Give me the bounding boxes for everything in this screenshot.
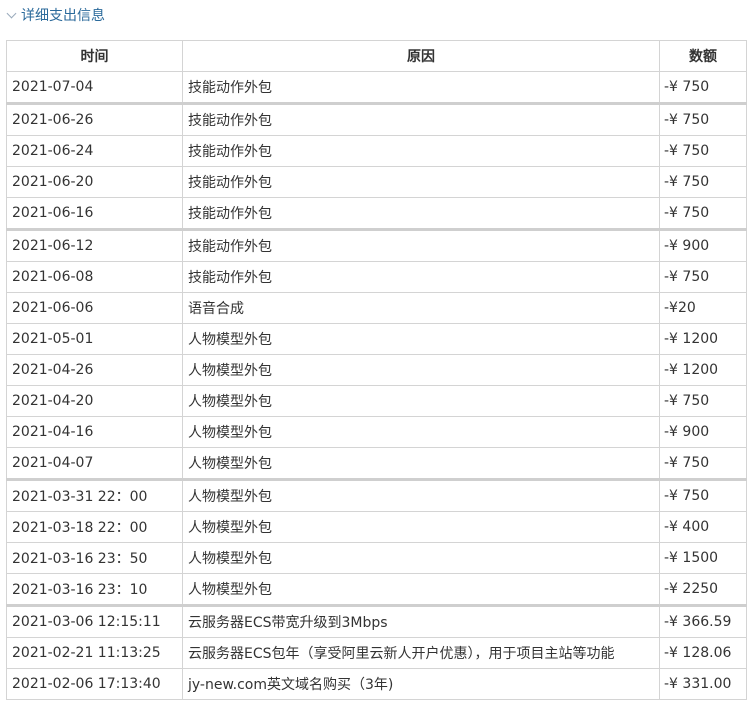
cell-amount: -¥ 750 xyxy=(659,71,747,104)
cell-amount: -¥ 128.06 xyxy=(659,637,747,669)
cell-time: 2021-07-04 xyxy=(6,71,183,104)
cell-amount: -¥ 750 xyxy=(659,447,747,480)
cell-reason: 人物模型外包 xyxy=(182,573,660,606)
cell-time: 2021-03-18 22：00 xyxy=(6,511,183,543)
cell-time: 2021-03-16 23：10 xyxy=(6,573,183,606)
cell-reason: 技能动作外包 xyxy=(182,261,660,293)
table-row: 2021-06-06 语音合成 -¥20 xyxy=(6,292,747,324)
header-time: 时间 xyxy=(6,40,183,72)
cell-time: 2021-05-01 xyxy=(6,323,183,355)
cell-amount: -¥ 331.00 xyxy=(659,668,747,700)
cell-amount: -¥ 1200 xyxy=(659,354,747,386)
cell-reason: 语音合成 xyxy=(182,292,660,324)
cell-amount: -¥ 1200 xyxy=(659,323,747,355)
cell-time: 2021-06-06 xyxy=(6,292,183,324)
table-row: 2021-02-21 11:13:25 云服务器ECS包年（享受阿里云新人开户优惠… xyxy=(6,637,747,669)
table-row: 2021-03-18 22：00 人物模型外包 -¥ 400 xyxy=(6,511,747,543)
chevron-down-icon xyxy=(6,8,17,18)
table-row: 2021-05-01 人物模型外包 -¥ 1200 xyxy=(6,323,747,355)
cell-reason: 技能动作外包 xyxy=(182,71,660,104)
cell-reason: 人物模型外包 xyxy=(182,416,660,448)
cell-reason: 技能动作外包 xyxy=(182,135,660,167)
cell-reason: 人物模型外包 xyxy=(182,511,660,543)
cell-time: 2021-03-16 23：50 xyxy=(6,542,183,574)
cell-time: 2021-06-16 xyxy=(6,197,183,230)
section-title: 详细支出信息 xyxy=(21,8,105,24)
cell-amount: -¥ 900 xyxy=(659,416,747,448)
table-row: 2021-06-08 技能动作外包 -¥ 750 xyxy=(6,261,747,293)
cell-reason: 技能动作外包 xyxy=(182,166,660,198)
header-reason: 原因 xyxy=(182,40,660,72)
table-row: 2021-02-06 17:13:40 jy-new.com英文域名购买（3年) -… xyxy=(6,668,747,700)
table-row: 2021-04-26 人物模型外包 -¥ 1200 xyxy=(6,354,747,386)
cell-time: 2021-06-12 xyxy=(6,228,183,262)
cell-amount: -¥ 750 xyxy=(659,478,747,512)
table-row: 2021-04-16 人物模型外包 -¥ 900 xyxy=(6,416,747,448)
cell-amount: -¥ 750 xyxy=(659,135,747,167)
cell-time: 2021-06-24 xyxy=(6,135,183,167)
cell-amount: -¥ 2250 xyxy=(659,573,747,606)
cell-time: 2021-04-20 xyxy=(6,385,183,417)
table-row: 2021-06-24 技能动作外包 -¥ 750 xyxy=(6,135,747,167)
cell-reason: 人物模型外包 xyxy=(182,385,660,417)
cell-reason: jy-new.com英文域名购买（3年) xyxy=(182,668,660,700)
cell-reason: 技能动作外包 xyxy=(182,197,660,230)
cell-reason: 技能动作外包 xyxy=(182,228,660,262)
cell-amount: -¥ 750 xyxy=(659,261,747,293)
table-row: 2021-03-31 22：00 人物模型外包 -¥ 750 xyxy=(6,478,747,512)
cell-time: 2021-06-26 xyxy=(6,102,183,136)
cell-time: 2021-04-16 xyxy=(6,416,183,448)
table-row: 2021-03-16 23：10 人物模型外包 -¥ 2250 xyxy=(6,573,747,606)
cell-amount: -¥ 750 xyxy=(659,385,747,417)
cell-reason: 人物模型外包 xyxy=(182,542,660,574)
table-row: 2021-06-20 技能动作外包 -¥ 750 xyxy=(6,166,747,198)
cell-reason: 技能动作外包 xyxy=(182,102,660,136)
cell-time: 2021-02-21 11:13:25 xyxy=(6,637,183,669)
table-header: 时间 原因 数额 xyxy=(6,40,747,72)
cell-reason: 人物模型外包 xyxy=(182,447,660,480)
cell-time: 2021-04-26 xyxy=(6,354,183,386)
table-row: 2021-03-06 12:15:11 云服务器ECS带宽升级到3Mbps -¥ 3… xyxy=(6,604,747,638)
cell-reason: 人物模型外包 xyxy=(182,354,660,386)
cell-time: 2021-06-20 xyxy=(6,166,183,198)
cell-time: 2021-03-06 12:15:11 xyxy=(6,604,183,638)
cell-time: 2021-03-31 22：00 xyxy=(6,478,183,512)
table-row: 2021-03-16 23：50 人物模型外包 -¥ 1500 xyxy=(6,542,747,574)
cell-amount: -¥20 xyxy=(659,292,747,324)
cell-reason: 人物模型外包 xyxy=(182,323,660,355)
cell-reason: 云服务器ECS包年（享受阿里云新人开户优惠），用于项目主站等功能 xyxy=(182,637,660,669)
cell-amount: -¥ 366.59 xyxy=(659,604,747,638)
cell-time: 2021-02-06 17:13:40 xyxy=(6,668,183,700)
cell-amount: -¥ 900 xyxy=(659,228,747,262)
cell-time: 2021-04-07 xyxy=(6,447,183,480)
table-row: 2021-06-16 技能动作外包 -¥ 750 xyxy=(6,197,747,230)
table-row: 2021-06-12 技能动作外包 -¥ 900 xyxy=(6,228,747,262)
cell-reason: 云服务器ECS带宽升级到3Mbps xyxy=(182,604,660,638)
cell-reason: 人物模型外包 xyxy=(182,478,660,512)
table-row: 2021-07-04 技能动作外包 -¥ 750 xyxy=(6,71,747,104)
table-row: 2021-06-26 技能动作外包 -¥ 750 xyxy=(6,102,747,136)
header-amount: 数额 xyxy=(659,40,747,72)
table-row: 2021-04-20 人物模型外包 -¥ 750 xyxy=(6,385,747,417)
section-toggle[interactable]: 详细支出信息 xyxy=(6,5,105,25)
cell-amount: -¥ 750 xyxy=(659,102,747,136)
cell-amount: -¥ 750 xyxy=(659,197,747,230)
expense-table: 时间 原因 数额 2021-07-04 技能动作外包 -¥ 750 2021-06-2… xyxy=(6,40,747,700)
cell-amount: -¥ 750 xyxy=(659,166,747,198)
cell-time: 2021-06-08 xyxy=(6,261,183,293)
cell-amount: -¥ 400 xyxy=(659,511,747,543)
cell-amount: -¥ 1500 xyxy=(659,542,747,574)
table-row: 2021-04-07 人物模型外包 -¥ 750 xyxy=(6,447,747,480)
